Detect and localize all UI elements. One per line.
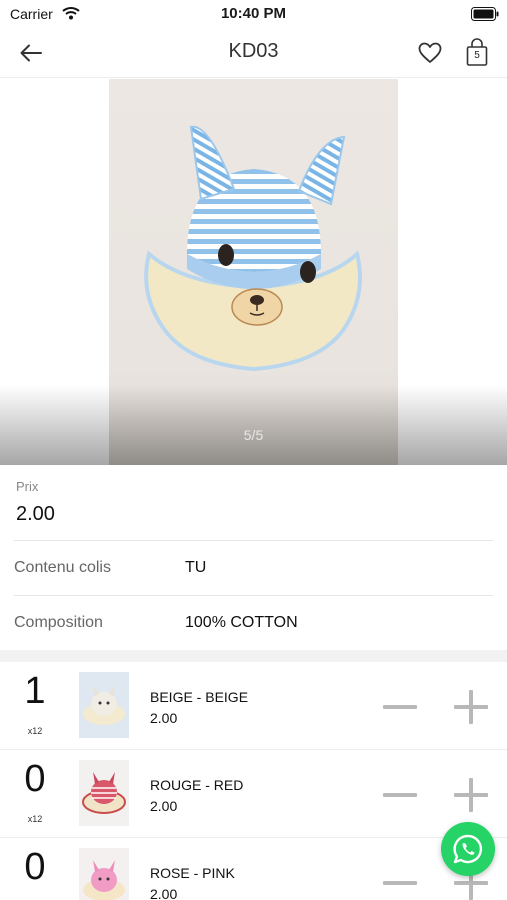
variant-name: ROUGE - RED (150, 777, 244, 793)
battery-icon (471, 7, 499, 25)
increment-button[interactable] (452, 688, 490, 726)
detail-row-composition: Composition 100% COTTON (0, 596, 507, 651)
price-value: 2.00 (16, 503, 55, 525)
variant-name: BEIGE - BEIGE (150, 689, 249, 705)
decrement-button[interactable] (381, 868, 419, 898)
decrement-button[interactable] (381, 692, 419, 722)
variant-row-beige: 1 x12 BEIGE - BEIGE 2.00 (0, 662, 507, 750)
variant-price: 2.00 (150, 710, 178, 726)
minus-icon (383, 705, 417, 709)
increment-button[interactable] (452, 776, 490, 814)
variant-thumbnail[interactable] (79, 672, 129, 738)
plus-icon (454, 778, 488, 812)
pack-size: x12 (27, 726, 43, 736)
decrement-button[interactable] (381, 780, 419, 810)
status-bar: Carrier 10:40 PM (0, 0, 507, 28)
price-label: Prix (16, 479, 39, 494)
variant-name: ROSE - PINK (150, 865, 235, 881)
cart-button[interactable]: 5 (463, 37, 491, 69)
section-separator (0, 650, 507, 662)
whatsapp-button[interactable] (441, 822, 495, 876)
whatsapp-icon (453, 834, 483, 864)
plus-icon (454, 690, 488, 724)
variant-price: 2.00 (150, 798, 178, 814)
variant-thumbnail[interactable] (79, 848, 129, 900)
product-image-gallery[interactable]: 5/5 (0, 79, 507, 465)
favorite-button[interactable] (415, 38, 445, 68)
cart-count-badge: 5 (474, 50, 480, 61)
heart-icon (418, 42, 442, 63)
detail-value: 100% COTTON (185, 614, 298, 631)
detail-row-package: Contenu colis TU (0, 541, 507, 596)
price-section: Prix 2.00 (0, 465, 507, 540)
variant-row-red: 0 x12 ROUGE - RED 2.00 (0, 750, 507, 838)
gallery-page-counter: 5/5 (243, 427, 264, 443)
nav-bar: KD03 5 (0, 28, 507, 78)
status-time: 10:40 PM (220, 5, 287, 22)
minus-icon (383, 793, 417, 797)
detail-value: TU (185, 559, 207, 576)
quantity-value: 0 (24, 758, 46, 800)
detail-key: Composition (14, 614, 103, 631)
variant-thumbnail[interactable] (79, 760, 129, 826)
variant-price: 2.00 (150, 886, 178, 900)
pack-size: x12 (27, 814, 43, 824)
minus-icon (383, 881, 417, 885)
variant-row-pink: 0 ROSE - PINK 2.00 (0, 838, 507, 900)
gallery-shade (0, 385, 507, 465)
quantity-value: 1 (24, 670, 46, 712)
detail-key: Contenu colis (14, 559, 111, 576)
quantity-value: 0 (24, 846, 46, 888)
